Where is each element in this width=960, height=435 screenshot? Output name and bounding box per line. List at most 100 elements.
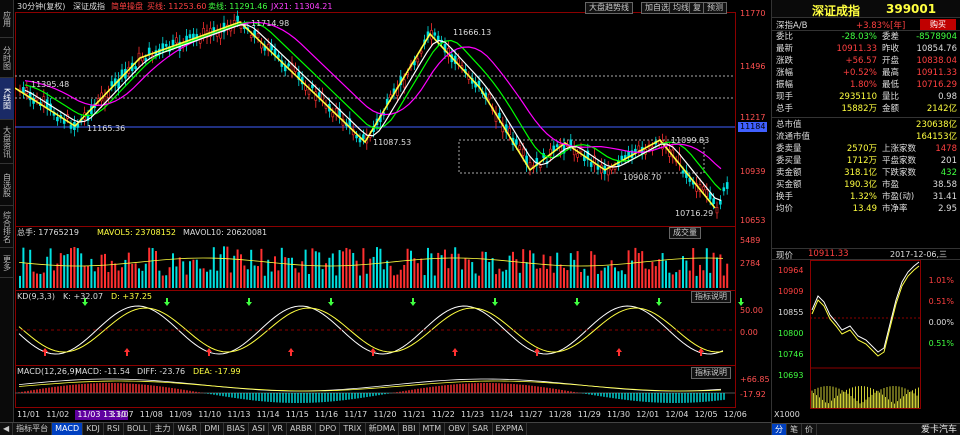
indicator-tab-wr-6[interactable]: W&R xyxy=(174,423,202,435)
indicator-tab-obv-17[interactable]: OBV xyxy=(445,423,470,435)
x-tick-label: 11/27 xyxy=(519,410,543,419)
kd-title: KD(9,3,3) xyxy=(17,292,56,301)
volume-bar xyxy=(478,275,480,288)
indicator-tab-macd-1[interactable]: MACD xyxy=(52,423,84,435)
quote-cell: 平盘家数 xyxy=(882,156,917,166)
volume-bar xyxy=(586,275,589,288)
volume-bar xyxy=(457,253,460,288)
volume-bar xyxy=(338,250,341,288)
candle-body xyxy=(202,28,205,36)
left-tab-6[interactable]: 更多 xyxy=(0,248,14,278)
volume-bar xyxy=(331,253,334,288)
left-tab-2[interactable]: K线图 xyxy=(0,78,14,120)
indicator-tab-dmi-7[interactable]: DMI xyxy=(201,423,224,435)
candle-body xyxy=(110,81,114,87)
kd-k: K: +32.07 xyxy=(63,292,104,301)
quote-cell: 1.80% xyxy=(849,80,877,90)
volume-bar xyxy=(678,269,681,288)
price-axis-1: 11770 xyxy=(740,9,766,18)
kd-help-button[interactable]: 指标说明 xyxy=(691,291,731,303)
kline-chart xyxy=(15,10,744,408)
vol-axis-1: 5489 xyxy=(740,236,761,245)
volume-bar xyxy=(722,275,725,288)
volume-bar xyxy=(559,264,562,288)
trend-line-button[interactable]: 大盘趋势线 xyxy=(585,2,633,14)
left-tab-0[interactable]: 应用 xyxy=(0,0,14,38)
volume-bar xyxy=(389,265,392,288)
x-tick-label: 11/30 xyxy=(607,410,631,419)
intraday-header: 现价 10911.33 2017-12-06,三 xyxy=(772,248,960,261)
tab-bi[interactable]: 笔 xyxy=(787,424,802,435)
volume-bar xyxy=(709,272,712,288)
indicator-tab-dma-14[interactable]: 新DMA xyxy=(366,423,400,435)
candle-body xyxy=(576,153,579,158)
forecast-button[interactable]: 预测 xyxy=(703,2,727,14)
quote-cell: 委卖量 xyxy=(776,144,802,154)
volume-button[interactable]: 成交量 xyxy=(669,227,701,239)
volume-bar xyxy=(308,273,310,288)
intraday-pct-tick: 1.01% xyxy=(928,276,954,285)
quote-cell: +56.57 xyxy=(845,56,877,66)
indicator-tab-arbr-11[interactable]: ARBR xyxy=(287,423,317,435)
candle-body xyxy=(725,182,729,189)
indicator-tab-vr-10[interactable]: VR xyxy=(269,423,287,435)
intraday-price-tick: 10855 xyxy=(778,308,804,317)
indicator-tab-sar-18[interactable]: SAR xyxy=(469,423,493,435)
indicator-tab-bias-8[interactable]: BIAS xyxy=(224,423,250,435)
volume-bar xyxy=(121,267,123,288)
volume-bar xyxy=(229,272,232,288)
candle-body xyxy=(249,34,253,38)
volume-bar xyxy=(665,260,667,288)
volume-bar xyxy=(393,275,395,288)
indicator-tab-boll-4[interactable]: BOLL xyxy=(124,423,152,435)
left-tab-5[interactable]: 综合排名 xyxy=(0,206,14,248)
vol-total: 总手: 17765219 xyxy=(17,228,79,237)
quote-cell: 最高 xyxy=(882,68,900,78)
quote-cell: 买金额 xyxy=(776,180,802,190)
indicator-tab-mtm-16[interactable]: MTM xyxy=(420,423,446,435)
macd-help-button[interactable]: 指标说明 xyxy=(691,367,731,379)
left-tab-3[interactable]: 大盘资讯 xyxy=(0,120,14,164)
quote-cell: +0.52% xyxy=(842,68,877,78)
indicator-tab-expma-19[interactable]: EXPMA xyxy=(493,423,528,435)
indicator-tab-kdj-2[interactable]: KDJ xyxy=(83,423,104,435)
indicator-tab--5[interactable]: 主力 xyxy=(151,423,175,435)
indicator-tab--0[interactable]: 指标平台 xyxy=(13,423,53,435)
volume-bar xyxy=(104,253,106,288)
volume-bar xyxy=(246,269,249,288)
tab-jia[interactable]: 价 xyxy=(802,424,817,435)
left-tab-1[interactable]: 分时图 xyxy=(0,38,14,78)
quote-cell: 1.32% xyxy=(849,192,877,202)
volume-bar xyxy=(607,265,610,288)
zigzag-line xyxy=(15,21,716,209)
volume-bar xyxy=(488,262,491,288)
buy-arrow-icon xyxy=(288,348,294,356)
indicator-tab-dpo-12[interactable]: DPO xyxy=(316,423,341,435)
volume-bar xyxy=(107,271,110,288)
intraday-vol-unit: X1000 xyxy=(774,410,800,419)
indicator-tab-trix-13[interactable]: TRIX xyxy=(340,423,366,435)
volume-bar xyxy=(124,259,127,288)
jx-line: JX21: 11304.21 xyxy=(271,2,333,11)
quote-cell: 10716.29 xyxy=(916,80,957,90)
x-tick-label: 11/17 xyxy=(344,410,368,419)
left-tab-4[interactable]: 自选股 xyxy=(0,164,14,206)
x-tick-label: 11/20 xyxy=(373,410,397,419)
volume-bar xyxy=(566,270,569,288)
intraday-pct-tick: 0.51% xyxy=(928,297,954,306)
buy-arrow-icon xyxy=(534,348,540,356)
indicator-tab-rsi-3[interactable]: RSI xyxy=(104,423,124,435)
volume-bar xyxy=(25,263,28,288)
sell-arrow-icon xyxy=(246,298,252,306)
volume-bar xyxy=(648,269,650,288)
tabs-scroll-left-icon[interactable]: ◀ xyxy=(0,423,14,435)
tab-fen[interactable]: 分 xyxy=(772,424,787,435)
indicator-tab-bbi-15[interactable]: BBI xyxy=(399,423,420,435)
quote-sub: 深指A/B +3.83%[年] 购买 xyxy=(772,18,960,31)
buy-button[interactable]: 购买 xyxy=(920,19,956,30)
volume-bar xyxy=(583,268,586,288)
volume-bar xyxy=(702,270,705,288)
indicator-tab-asi-9[interactable]: ASI xyxy=(249,423,269,435)
volume-bar xyxy=(335,275,338,288)
sell-arrow-icon xyxy=(328,298,334,306)
